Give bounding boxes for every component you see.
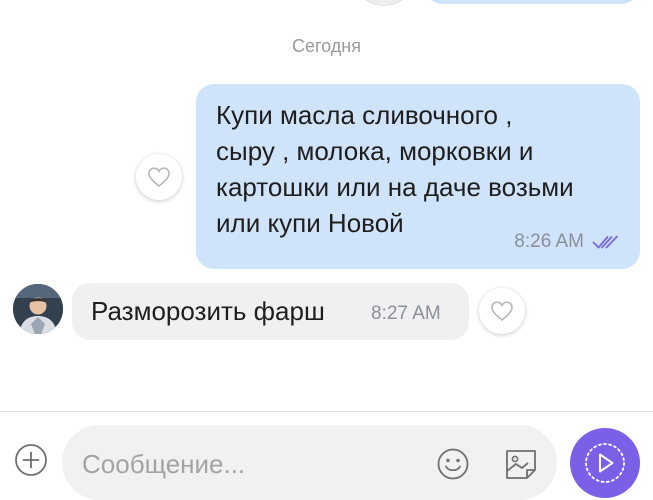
partial-message-bubble [426,0,638,4]
chat-area: Сегодня Купи масла сливочного , сыру , м… [0,0,653,410]
message-composer [0,412,653,500]
sticker-button[interactable] [501,444,541,484]
heart-icon [491,301,513,322]
message-input[interactable] [80,443,414,485]
outgoing-message-text: Купи масла сливочного , сыру , молока, м… [216,100,574,238]
send-button[interactable] [570,428,640,498]
user-photo [13,284,63,334]
outgoing-message-bubble[interactable]: Купи масла сливочного , сыру , молока, м… [196,84,640,269]
heart-icon [148,167,170,188]
outgoing-message-time: 8:26 AM [514,231,584,252]
emoji-icon [437,448,469,480]
like-button-outgoing[interactable] [136,154,182,200]
incoming-message-bubble[interactable]: Разморозить фарш 8:27 AM [72,283,469,340]
add-icon [15,444,47,476]
incoming-message-time: 8:27 AM [371,303,441,324]
partial-avatar [360,0,408,6]
add-attachment-button[interactable] [13,442,49,478]
send-icon [585,443,625,483]
double-check-icon [592,235,618,249]
avatar[interactable] [13,284,63,334]
message-input-container [62,425,557,500]
like-button-incoming[interactable] [479,288,525,334]
emoji-button[interactable] [435,446,471,482]
date-separator: Сегодня [292,36,361,56]
outgoing-message-meta: 8:26 AM [514,231,620,253]
sticker-icon [506,450,536,479]
incoming-message-text: Разморозить фарш [91,296,325,326]
